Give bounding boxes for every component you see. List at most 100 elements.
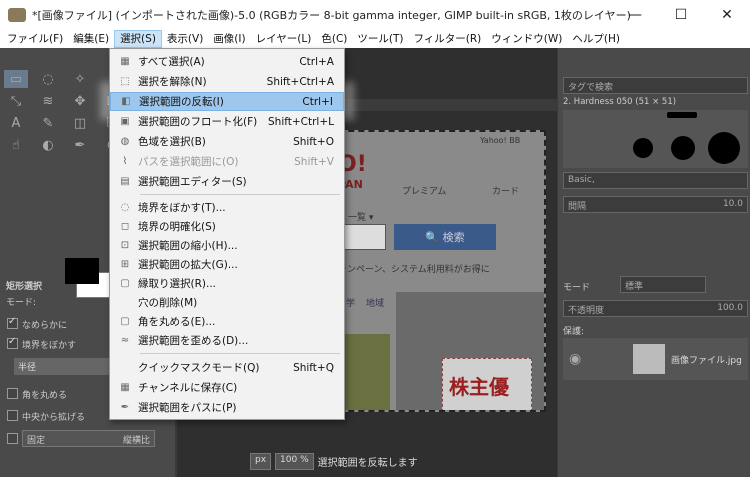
maximize-button[interactable]: ☐ xyxy=(658,0,704,30)
minimize-button[interactable]: — xyxy=(612,0,658,30)
menu-selection-editor[interactable]: ▤ 選択範囲エディター(S) xyxy=(110,172,344,191)
opacity-slider[interactable]: 不透明度 100.0 xyxy=(563,300,748,317)
spacing-value: 10.0 xyxy=(722,199,743,209)
menu-separator xyxy=(140,353,340,354)
fixed-value: 縦横比 xyxy=(122,436,150,446)
menu-grow[interactable]: ⊞ 選択範囲の拡大(G)... xyxy=(110,255,344,274)
fuzzy-select-tool-icon[interactable]: ✧ xyxy=(68,70,92,88)
fixed-checkbox[interactable] xyxy=(7,433,18,444)
move-tool-icon[interactable]: ✥ xyxy=(68,92,92,110)
status-bar: px 100 % 選択範囲を反転します xyxy=(250,450,557,472)
feather-checkbox[interactable] xyxy=(7,336,18,349)
close-button[interactable]: ✕ xyxy=(704,0,750,30)
select-all-icon: ▦ xyxy=(120,56,130,67)
spacing-slider[interactable]: 間隔 10.0 xyxy=(563,196,748,213)
path-tool-icon[interactable]: ✒ xyxy=(68,136,92,154)
menu-border[interactable]: ▢ 縁取り選択(R)... xyxy=(110,274,344,293)
menu-windows[interactable]: ウィンドウ(W) xyxy=(486,30,567,48)
rounded-corners-label: 角を丸める xyxy=(22,391,68,401)
menu-bar: ファイル(F) 編集(E) 選択(S) 表示(V) 画像(I) レイヤー(L) … xyxy=(0,30,750,48)
menu-view[interactable]: 表示(V) xyxy=(162,30,208,48)
path-icon: ⌇ xyxy=(122,156,128,167)
warp-tool-icon[interactable]: ≋ xyxy=(36,92,60,110)
menu-select-invert[interactable]: ◧ 選択範囲の反転(I) Ctrl+I xyxy=(110,92,344,111)
smudge-tool-icon[interactable]: ☝ xyxy=(4,136,28,154)
canvas-premium: プレミアム xyxy=(402,187,447,197)
menu-filters[interactable]: フィルター(R) xyxy=(408,30,486,48)
by-color-icon: ◍ xyxy=(120,136,130,147)
menu-feather[interactable]: ◌ 境界をぼかす(T)... xyxy=(110,198,344,217)
layer-mode-label: モード xyxy=(563,283,591,293)
menu-image[interactable]: 画像(I) xyxy=(208,30,250,48)
menu-sharpen[interactable]: ◻ 境界の明確化(S) xyxy=(110,217,344,236)
menu-tools[interactable]: ツール(T) xyxy=(352,30,408,48)
rect-select-tool-icon[interactable]: ▭ xyxy=(4,70,28,88)
menu-quick-mask[interactable]: クイックマスクモード(Q) Shift+Q xyxy=(110,358,344,377)
menu-distort[interactable]: ≈ 選択範囲を歪める(D)... xyxy=(110,331,344,350)
window-title: *[画像ファイル] (インポートされた画像)-5.0 (RGBカラー 8-bit… xyxy=(32,9,632,22)
paint-tool-icon[interactable]: ✎ xyxy=(36,114,60,132)
canvas-campaign-text: 品キャンペーン、システム利用料がお得に xyxy=(320,265,490,275)
canvas-tab-2: 地域 xyxy=(366,299,385,309)
menu-save-channel[interactable]: ▦ チャンネルに保存(C) xyxy=(110,378,344,397)
image-canvas[interactable]: O! PAN Yahoo! BB プレミアム カード 一覧 ▾ 🔍 検索 品キャ… xyxy=(318,130,546,412)
zoom-select[interactable]: 100 % xyxy=(275,452,314,470)
rounded-corners-checkbox[interactable] xyxy=(7,388,18,399)
menu-select-none[interactable]: ⬚ 選択を解除(N) Shift+Ctrl+A xyxy=(110,72,344,91)
dodge-tool-icon[interactable]: ◐ xyxy=(36,136,60,154)
brush-preset-select[interactable]: Basic, xyxy=(563,172,748,189)
expand-center-label: 中央から拡げる xyxy=(22,413,86,423)
layer-row[interactable]: ◉ 画像ファイル.jpg xyxy=(563,338,748,380)
menu-rounded[interactable]: ▢ 角を丸める(E)... xyxy=(110,312,344,331)
brush-item[interactable] xyxy=(667,112,697,118)
eraser-tool-icon[interactable]: ◫ xyxy=(68,114,92,132)
feather-label: 境界をぼかす xyxy=(22,341,77,351)
brush-tag-search[interactable]: タグで検索 xyxy=(563,77,748,94)
menu-shrink[interactable]: ⊡ 選択範囲の縮小(H)... xyxy=(110,236,344,255)
menu-select-float[interactable]: ▣ 選択範囲のフロート化(F) Shift+Ctrl+L xyxy=(110,112,344,131)
text-tool-icon[interactable]: A xyxy=(4,114,28,132)
brush-item[interactable] xyxy=(633,138,653,158)
brush-grid[interactable] xyxy=(563,110,748,168)
tool-options-title: 矩形選択 xyxy=(6,282,43,292)
gimp-logo-icon xyxy=(8,8,26,22)
foreground-color-swatch[interactable] xyxy=(65,258,99,284)
opacity-value: 100.0 xyxy=(717,303,743,313)
menu-layer[interactable]: レイヤー(L) xyxy=(251,30,317,48)
float-icon: ▣ xyxy=(120,116,130,127)
brush-item[interactable] xyxy=(671,136,695,160)
menu-select[interactable]: 選択(S) xyxy=(114,30,162,48)
antialias-label: なめらかに xyxy=(22,321,68,331)
sharpen-icon: ◻ xyxy=(120,221,130,232)
menu-to-path[interactable]: ✒ 選択範囲をパスに(P) xyxy=(110,398,344,417)
mode-label: モード: xyxy=(6,298,37,308)
lasso-tool-icon[interactable]: ◌ xyxy=(36,70,60,88)
menu-colors[interactable]: 色(C) xyxy=(316,30,352,48)
unit-select[interactable]: px xyxy=(250,452,272,470)
fixed-label: 固定 xyxy=(27,436,46,446)
antialias-checkbox[interactable] xyxy=(7,316,18,329)
menu-separator xyxy=(140,194,340,195)
expand-center-checkbox[interactable] xyxy=(7,410,18,421)
canvas-list: 一覧 ▾ xyxy=(348,213,374,223)
canvas-card: カード xyxy=(492,187,520,197)
fixed-dropdown[interactable]: 固定 縦横比 xyxy=(22,430,155,447)
distort-icon: ≈ xyxy=(120,335,130,346)
eye-icon[interactable]: ◉ xyxy=(569,351,581,367)
menu-help[interactable]: ヘルプ(H) xyxy=(567,30,625,48)
canvas-search-box xyxy=(340,224,386,250)
menu-select-by-color[interactable]: ◍ 色域を選択(B) Shift+O xyxy=(110,132,344,151)
protect-label: 保護: xyxy=(563,327,585,337)
layer-mode-select[interactable]: 標準 xyxy=(620,276,706,293)
menu-remove-holes[interactable]: 穴の削除(M) xyxy=(110,293,344,312)
menu-file[interactable]: ファイル(F) xyxy=(2,30,68,48)
menu-select-all[interactable]: ▦ すべて選択(A) Ctrl+A xyxy=(110,52,344,71)
menu-edit[interactable]: 編集(E) xyxy=(68,30,114,48)
transform-tool-icon[interactable]: ⤡ xyxy=(4,92,28,110)
layer-thumbnail xyxy=(633,344,665,374)
rounded-icon: ▢ xyxy=(120,316,130,327)
brush-item[interactable] xyxy=(708,132,740,164)
title-bar: *[画像ファイル] (インポートされた画像)-5.0 (RGBカラー 8-bit… xyxy=(0,0,750,30)
menu-select-from-path: ⌇ パスを選択範囲に(O) Shift+V xyxy=(110,152,344,171)
status-message: 選択範囲を反転します xyxy=(317,457,418,469)
